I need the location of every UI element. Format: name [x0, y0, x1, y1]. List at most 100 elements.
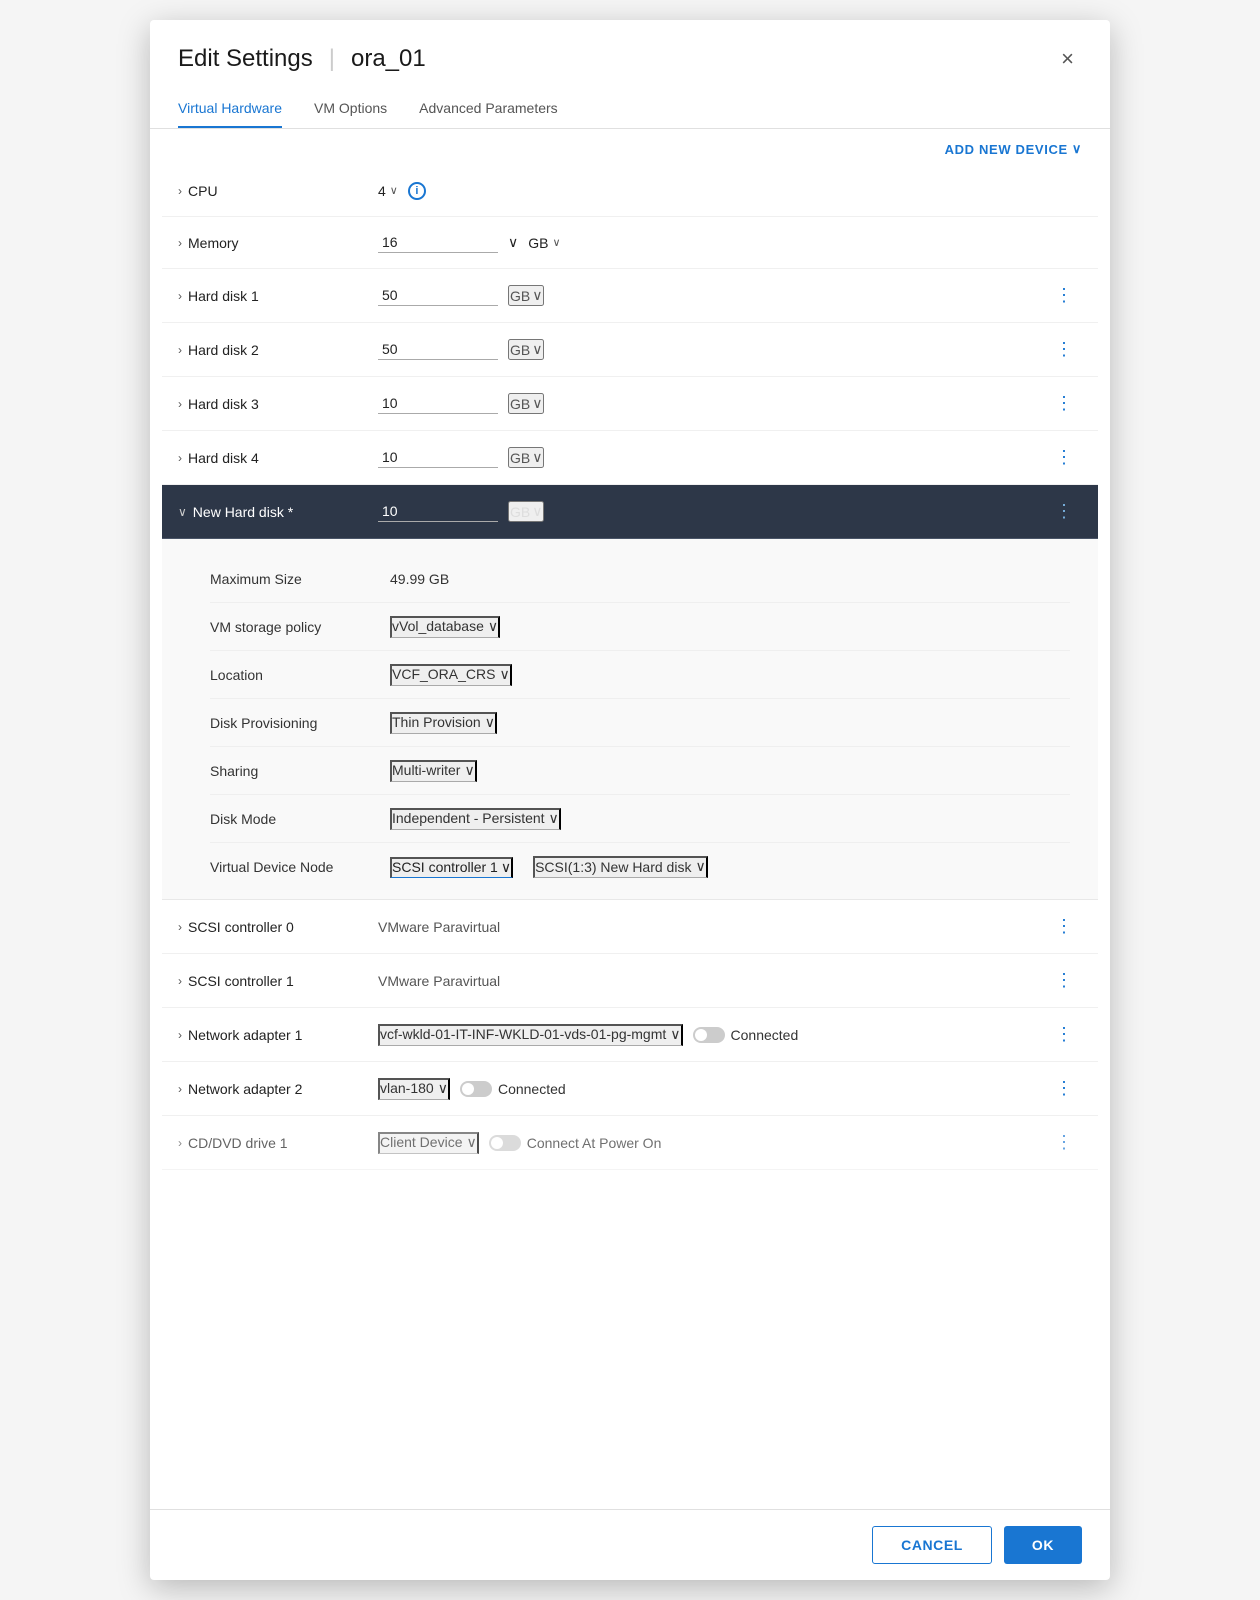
net2-toggle[interactable] [460, 1081, 492, 1097]
hard-disk-1-label: › Hard disk 1 [178, 288, 378, 304]
memory-row: › Memory ∨ GB ∨ [162, 217, 1098, 269]
hard-disk-1-menu[interactable]: ⋮ [1047, 281, 1082, 310]
hard-disk-2-unit-dropdown[interactable]: GB ∨ [508, 339, 544, 360]
hard-disk-3-chevron[interactable]: › [178, 397, 182, 411]
scsi0-chevron[interactable]: › [178, 920, 182, 934]
add-new-device-button[interactable]: ADD NEW DEVICE ∨ [945, 141, 1082, 157]
net2-chevron[interactable]: › [178, 1082, 182, 1096]
hard-disk-4-input[interactable] [378, 447, 498, 468]
hard-disk-2-chevron[interactable]: › [178, 343, 182, 357]
tab-bar: Virtual Hardware VM Options Advanced Par… [150, 90, 1110, 129]
scsi-controller-0-menu[interactable]: ⋮ [1047, 912, 1082, 941]
virtual-device-node-value: SCSI controller 1 ∨ SCSI(1:3) New Hard d… [390, 856, 708, 878]
hard-disk-4-menu[interactable]: ⋮ [1047, 443, 1082, 472]
hard-disk-2-input[interactable] [378, 339, 498, 360]
cpu-count-dropdown[interactable]: 4 ∨ [378, 183, 398, 199]
new-hard-disk-expanded: Maximum Size 49.99 GB VM storage policy … [162, 539, 1098, 900]
cpu-value: 4 ∨ i [378, 182, 1082, 200]
add-device-bar: ADD NEW DEVICE ∨ [150, 129, 1110, 165]
edit-settings-modal: Edit Settings | ora_01 × Virtual Hardwar… [150, 20, 1110, 1580]
main-content: › CPU 4 ∨ i › Memory ∨ [150, 165, 1110, 1509]
cd-dvd-drive-1-row: › CD/DVD drive 1 Client Device ∨ Connect… [162, 1116, 1098, 1170]
hard-disk-4-chevron[interactable]: › [178, 451, 182, 465]
new-hard-disk-menu[interactable]: ⋮ [1047, 497, 1082, 526]
scsi-controller-0-value: VMware Paravirtual [378, 919, 1047, 935]
new-hard-disk-row: ∨ New Hard disk * GB ∨ ⋮ [162, 485, 1098, 539]
disk-mode-dropdown[interactable]: Independent - Persistent ∨ [390, 808, 561, 830]
vm-storage-dropdown[interactable]: vVol_database ∨ [390, 616, 500, 638]
new-hard-disk-input[interactable] [378, 501, 498, 522]
tab-vm-options[interactable]: VM Options [314, 90, 387, 128]
modal-subtitle: ora_01 [351, 45, 426, 73]
tab-advanced-parameters[interactable]: Advanced Parameters [419, 90, 558, 128]
scsi-controller-0-row: › SCSI controller 0 VMware Paravirtual ⋮ [162, 900, 1098, 954]
vdn-slot-dropdown[interactable]: SCSI(1:3) New Hard disk ∨ [533, 856, 708, 878]
location-dropdown[interactable]: VCF_ORA_CRS ∨ [390, 664, 512, 686]
cd1-chevron[interactable]: › [178, 1136, 182, 1150]
vdn-controller-dropdown[interactable]: SCSI controller 1 ∨ [390, 857, 513, 878]
max-size-value: 49.99 GB [390, 571, 449, 587]
hard-disk-2-menu[interactable]: ⋮ [1047, 335, 1082, 364]
modal-header: Edit Settings | ora_01 × [150, 20, 1110, 90]
tab-virtual-hardware[interactable]: Virtual Hardware [178, 90, 282, 128]
net1-connected-badge: Connected [693, 1027, 799, 1043]
network-adapter-1-menu[interactable]: ⋮ [1047, 1020, 1082, 1049]
disk-provisioning-row: Disk Provisioning Thin Provision ∨ [210, 699, 1070, 747]
cd1-device-dropdown[interactable]: Client Device ∨ [378, 1132, 479, 1154]
hard-disk-2-label: › Hard disk 2 [178, 342, 378, 358]
hard-disk-4-value: GB ∨ [378, 447, 1047, 468]
ok-button[interactable]: OK [1004, 1526, 1082, 1564]
new-hard-disk-chevron[interactable]: ∨ [178, 505, 187, 519]
cd1-toggle[interactable] [489, 1135, 521, 1151]
network-adapter-2-row: › Network adapter 2 vlan-180 ∨ Connected… [162, 1062, 1098, 1116]
network-adapter-2-menu[interactable]: ⋮ [1047, 1074, 1082, 1103]
modal-title: Edit Settings | ora_01 [178, 45, 426, 73]
hard-disk-1-chevron[interactable]: › [178, 289, 182, 303]
max-size-row: Maximum Size 49.99 GB [210, 555, 1070, 603]
memory-unit-dropdown[interactable]: ∨ [508, 234, 518, 251]
cpu-row: › CPU 4 ∨ i [162, 165, 1098, 217]
scsi-controller-1-label: › SCSI controller 1 [178, 973, 378, 989]
net1-network-dropdown[interactable]: vcf-wkld-01-IT-INF-WKLD-01-vds-01-pg-mgm… [378, 1024, 683, 1046]
net1-chevron[interactable]: › [178, 1028, 182, 1042]
cd-dvd-drive-1-menu[interactable]: ⋮ [1047, 1128, 1082, 1157]
scsi-controller-1-menu[interactable]: ⋮ [1047, 966, 1082, 995]
modal-footer: CANCEL OK [150, 1509, 1110, 1580]
hard-disk-3-value: GB ∨ [378, 393, 1047, 414]
memory-input[interactable] [378, 232, 498, 253]
hard-disk-3-input[interactable] [378, 393, 498, 414]
disk-provisioning-dropdown[interactable]: Thin Provision ∨ [390, 712, 497, 734]
scsi1-chevron[interactable]: › [178, 974, 182, 988]
hard-disk-3-unit-dropdown[interactable]: GB ∨ [508, 393, 544, 414]
modal-main-title: Edit Settings [178, 45, 313, 73]
net1-toggle[interactable] [693, 1027, 725, 1043]
net2-network-dropdown[interactable]: vlan-180 ∨ [378, 1078, 450, 1100]
disk-provisioning-value: Thin Provision ∨ [390, 712, 497, 734]
sharing-dropdown[interactable]: Multi-writer ∨ [390, 760, 477, 782]
cd-dvd-drive-1-value: Client Device ∨ Connect At Power On [378, 1132, 1047, 1154]
hard-disk-1-value: GB ∨ [378, 285, 1047, 306]
memory-chevron[interactable]: › [178, 236, 182, 250]
scsi-controller-1-value: VMware Paravirtual [378, 973, 1047, 989]
hard-disk-1-unit-dropdown[interactable]: GB ∨ [508, 285, 544, 306]
cpu-chevron[interactable]: › [178, 184, 182, 198]
hard-disk-2-row: › Hard disk 2 GB ∨ ⋮ [162, 323, 1098, 377]
title-divider: | [329, 45, 335, 73]
vm-storage-row: VM storage policy vVol_database ∨ [210, 603, 1070, 651]
hard-disk-1-input[interactable] [378, 285, 498, 306]
cpu-info-icon[interactable]: i [408, 182, 426, 200]
disk-mode-row: Disk Mode Independent - Persistent ∨ [210, 795, 1070, 843]
close-button[interactable]: × [1053, 44, 1082, 74]
location-row: Location VCF_ORA_CRS ∨ [210, 651, 1070, 699]
hard-disk-3-menu[interactable]: ⋮ [1047, 389, 1082, 418]
cancel-button[interactable]: CANCEL [872, 1526, 992, 1564]
hard-disk-4-unit-dropdown[interactable]: GB ∨ [508, 447, 544, 468]
new-hard-disk-unit-dropdown[interactable]: GB ∨ [508, 501, 544, 522]
disk-mode-value: Independent - Persistent ∨ [390, 808, 561, 830]
net2-connected-badge: Connected [460, 1081, 566, 1097]
hard-disk-1-row: › Hard disk 1 GB ∨ ⋮ [162, 269, 1098, 323]
memory-gb-dropdown[interactable]: GB ∨ [528, 235, 560, 251]
sharing-row: Sharing Multi-writer ∨ [210, 747, 1070, 795]
cpu-label: › CPU [178, 183, 378, 199]
network-adapter-1-row: › Network adapter 1 vcf-wkld-01-IT-INF-W… [162, 1008, 1098, 1062]
